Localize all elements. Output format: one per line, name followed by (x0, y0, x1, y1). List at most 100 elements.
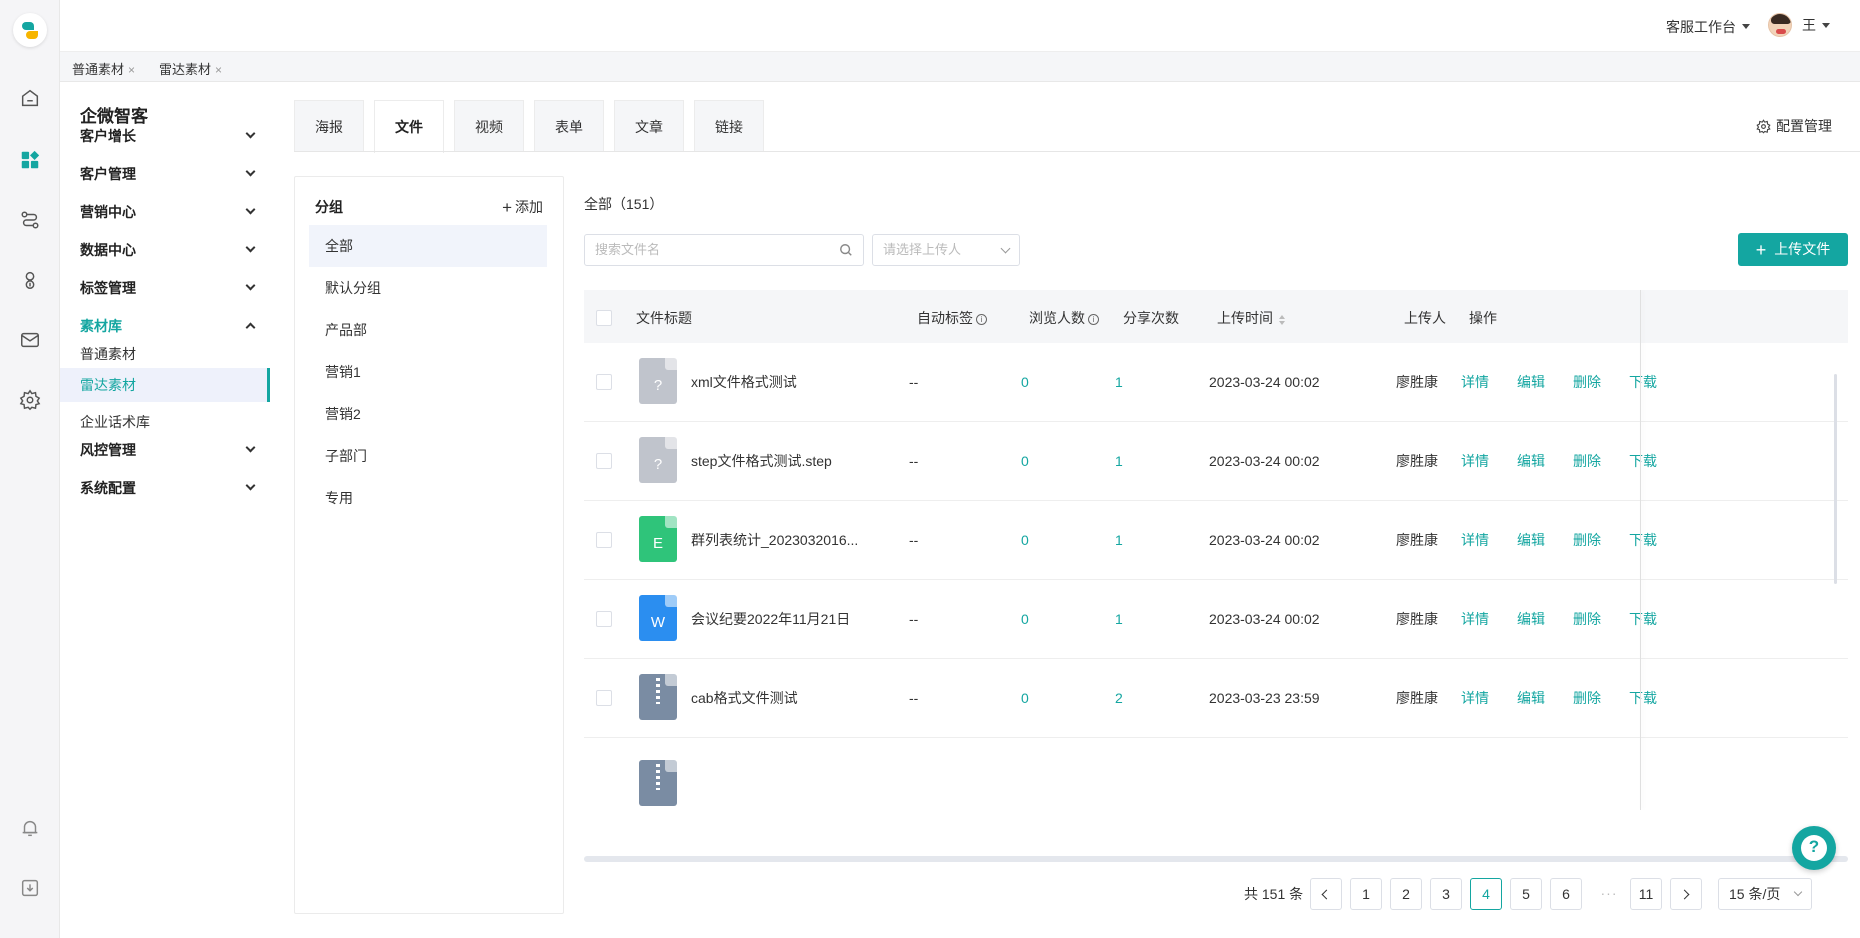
group-item-marketing-1[interactable]: 营销1 (309, 351, 547, 393)
search-input[interactable]: 搜索文件名 (584, 234, 864, 266)
horizontal-scrollbar[interactable] (584, 856, 1848, 862)
menu-item-radar-material[interactable]: 雷达素材 (60, 368, 270, 402)
page-1-button[interactable]: 1 (1350, 878, 1382, 910)
help-button[interactable]: ? (1792, 826, 1836, 870)
col-upload-time[interactable]: 上传时间 (1217, 290, 1285, 346)
page-11-button[interactable]: 11 (1630, 878, 1662, 910)
group-item-all[interactable]: 全部 (309, 225, 547, 267)
user-menu[interactable]: 王 (1768, 13, 1830, 37)
menu-group-system-config[interactable]: 系统配置 (80, 478, 256, 498)
menu-group-marketing[interactable]: 营销中心 (80, 202, 256, 222)
detail-link[interactable]: 详情 (1461, 453, 1489, 469)
row-checkbox[interactable] (596, 453, 612, 469)
open-tab-normal-material[interactable]: 普通素材 × (72, 59, 135, 78)
mail-icon[interactable] (18, 328, 42, 352)
workspace-switcher[interactable]: 客服工作台 (1666, 17, 1750, 37)
tab-article[interactable]: 文章 (614, 100, 684, 152)
file-title[interactable]: 会议纪要2022年11月21日 (691, 580, 850, 659)
edit-link[interactable]: 编辑 (1517, 690, 1545, 706)
add-group-button[interactable]: + 添加 (502, 197, 543, 218)
group-item-product[interactable]: 产品部 (309, 309, 547, 351)
open-tab-radar-material[interactable]: 雷达素材 × (159, 59, 222, 78)
file-title[interactable]: xml文件格式测试 (691, 343, 797, 422)
delete-link[interactable]: 删除 (1573, 374, 1601, 390)
page-3-button[interactable]: 3 (1430, 878, 1462, 910)
next-page-button[interactable] (1670, 878, 1702, 910)
edit-link[interactable]: 编辑 (1517, 532, 1545, 548)
menu-group-material-library[interactable]: 素材库 (80, 316, 256, 336)
uploader-select[interactable]: 请选择上传人 (872, 234, 1020, 266)
table-row (584, 746, 1848, 810)
search-icon[interactable] (839, 243, 853, 257)
sort-icon[interactable] (1279, 315, 1285, 325)
menu-group-risk-control[interactable]: 风控管理 (80, 440, 256, 460)
config-management-button[interactable]: 配置管理 (1756, 116, 1832, 136)
detail-link[interactable]: 详情 (1461, 690, 1489, 706)
menu-item-script-library[interactable]: 企业话术库 (80, 412, 150, 432)
page-4-button[interactable]: 4 (1470, 878, 1502, 910)
page-5-button[interactable]: 5 (1510, 878, 1542, 910)
download-link[interactable]: 下载 (1629, 532, 1657, 548)
group-item-sub-department[interactable]: 子部门 (309, 435, 547, 477)
detail-link[interactable]: 详情 (1461, 532, 1489, 548)
menu-group-customer-growth[interactable]: 客户增长 (80, 126, 256, 146)
route-icon[interactable] (18, 208, 42, 232)
download-link[interactable]: 下载 (1629, 374, 1657, 390)
delete-link[interactable]: 删除 (1573, 532, 1601, 548)
word-file-icon: W (639, 595, 677, 641)
delete-link[interactable]: 删除 (1573, 690, 1601, 706)
group-item-dedicated[interactable]: 专用 (309, 477, 547, 519)
app-logo-icon[interactable] (13, 13, 47, 47)
download-link[interactable]: 下载 (1629, 611, 1657, 627)
file-title[interactable]: 群列表统计_2023032016... (691, 501, 858, 580)
dashboard-icon[interactable] (18, 148, 42, 172)
tab-form[interactable]: 表单 (534, 100, 604, 152)
menu-item-normal-material[interactable]: 普通素材 (80, 344, 136, 364)
detail-link[interactable]: 详情 (1461, 374, 1489, 390)
info-icon[interactable]: i (1088, 314, 1099, 325)
tab-file[interactable]: 文件 (374, 100, 444, 153)
page-size-select[interactable]: 15 条/页 (1718, 878, 1812, 910)
download-box-icon[interactable] (18, 876, 42, 900)
search-placeholder: 搜索文件名 (595, 242, 661, 257)
edit-link[interactable]: 编辑 (1517, 374, 1545, 390)
bell-icon[interactable] (18, 816, 42, 840)
detail-link[interactable]: 详情 (1461, 611, 1489, 627)
edit-link[interactable]: 编辑 (1517, 611, 1545, 627)
page-2-button[interactable]: 2 (1390, 878, 1422, 910)
home-icon[interactable] (18, 86, 42, 110)
group-item-default[interactable]: 默认分组 (309, 267, 547, 309)
user-sync-icon[interactable] (18, 268, 42, 292)
excel-file-icon: E (639, 516, 677, 562)
menu-group-customer-management[interactable]: 客户管理 (80, 164, 256, 184)
tab-link[interactable]: 链接 (694, 100, 764, 152)
vertical-scrollbar[interactable] (1834, 374, 1837, 584)
open-tabs-bar: 普通素材 × 雷达素材 × (60, 52, 1860, 82)
file-title[interactable]: cab格式文件测试 (691, 659, 798, 738)
chevron-up-icon (245, 322, 256, 333)
settings-icon[interactable] (18, 388, 42, 412)
edit-link[interactable]: 编辑 (1517, 453, 1545, 469)
group-item-marketing-2[interactable]: 营销2 (309, 393, 547, 435)
delete-link[interactable]: 删除 (1573, 611, 1601, 627)
menu-group-data[interactable]: 数据中心 (80, 240, 256, 260)
delete-link[interactable]: 删除 (1573, 453, 1601, 469)
select-all-checkbox[interactable] (596, 310, 612, 326)
row-checkbox[interactable] (596, 532, 612, 548)
file-title[interactable]: step文件格式测试.step (691, 422, 832, 501)
menu-group-tags[interactable]: 标签管理 (80, 278, 256, 298)
row-checkbox[interactable] (596, 690, 612, 706)
tab-video[interactable]: 视频 (454, 100, 524, 152)
tab-poster[interactable]: 海报 (294, 100, 364, 152)
page-6-button[interactable]: 6 (1550, 878, 1582, 910)
pagination-ellipsis[interactable]: ··· (1594, 878, 1624, 910)
close-icon[interactable]: × (215, 63, 222, 77)
upload-file-button[interactable]: + 上传文件 (1738, 233, 1848, 266)
prev-page-button[interactable] (1310, 878, 1342, 910)
row-checkbox[interactable] (596, 374, 612, 390)
row-checkbox[interactable] (596, 611, 612, 627)
download-link[interactable]: 下载 (1629, 690, 1657, 706)
info-icon[interactable]: i (976, 314, 987, 325)
download-link[interactable]: 下载 (1629, 453, 1657, 469)
close-icon[interactable]: × (128, 63, 135, 77)
